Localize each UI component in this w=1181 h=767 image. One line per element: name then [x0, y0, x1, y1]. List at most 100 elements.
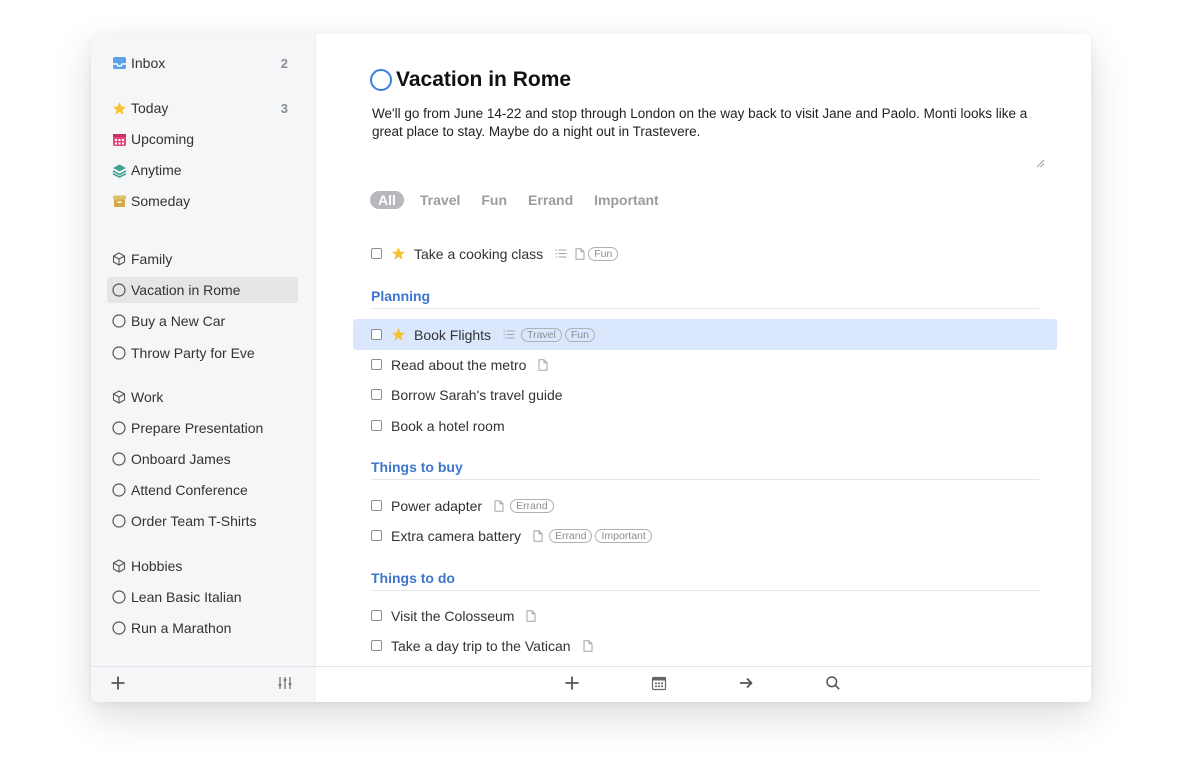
project-circle-icon — [111, 513, 127, 529]
sidebar-item-label: Upcoming — [131, 131, 195, 147]
project-title[interactable]: Vacation in Rome — [396, 68, 571, 92]
sidebar-item-someday[interactable]: Someday — [107, 188, 298, 214]
todo-checkbox[interactable] — [371, 329, 382, 340]
heading-things-to-do[interactable]: Things to do — [371, 570, 1039, 591]
sidebar-item-label: Lean Basic Italian — [131, 589, 242, 605]
tag-pill: Errand — [510, 498, 554, 513]
sidebar-area-work[interactable]: Work — [107, 384, 298, 410]
new-todo-button[interactable] — [562, 675, 582, 695]
project-header: Vacation in Rome — [370, 68, 571, 92]
project-notes[interactable]: We'll go from June 14-22 and stop throug… — [372, 105, 1048, 167]
project-circle-icon — [111, 589, 127, 605]
tag-filter-errand[interactable]: Errand — [528, 192, 573, 208]
todo-meta: Errand — [490, 498, 554, 513]
sidebar-item-label: Vacation in Rome — [131, 282, 241, 298]
heading-things-to-buy[interactable]: Things to buy — [371, 459, 1039, 480]
sliders-icon — [277, 675, 293, 696]
todo-label: Book a hotel room — [391, 417, 505, 434]
todo-item[interactable]: Borrow Sarah's travel guide — [353, 379, 1057, 410]
todo-meta: Fun — [551, 246, 619, 261]
sidebar-item-label: Today — [131, 100, 169, 116]
todo-checkbox[interactable] — [371, 359, 382, 370]
todo-item[interactable]: Power adapter Errand — [353, 490, 1057, 521]
sidebar-item-upcoming[interactable]: Upcoming — [107, 126, 298, 152]
sidebar-area-hobbies[interactable]: Hobbies — [107, 553, 298, 579]
todo-checkbox[interactable] — [371, 389, 382, 400]
project-circle-icon — [111, 313, 127, 329]
star-icon — [391, 246, 406, 261]
todo-item[interactable]: Visit the Colosseum — [353, 600, 1057, 631]
sidebar-item-today[interactable]: Today 3 — [107, 95, 298, 121]
project-progress-circle[interactable] — [370, 69, 392, 91]
sidebar-project-prepare-presentation[interactable]: Prepare Presentation — [107, 415, 298, 441]
todo-label: Borrow Sarah's travel guide — [391, 386, 563, 403]
inbox-count: 2 — [280, 55, 288, 71]
todo-meta: Travel Fun — [499, 327, 595, 342]
todo-checkbox[interactable] — [371, 610, 382, 621]
sidebar: Inbox 2 Today 3 Upcoming Anytime Someday… — [91, 34, 316, 702]
sidebar-item-label: Throw Party for Eve — [131, 345, 255, 361]
cube-icon — [111, 558, 127, 574]
sidebar-project-run-a-marathon[interactable]: Run a Marathon — [107, 615, 298, 641]
sidebar-project-onboard-james[interactable]: Onboard James — [107, 446, 298, 472]
tag-filter-bar: All Travel Fun Errand Important — [370, 191, 680, 209]
search-button[interactable] — [823, 675, 843, 695]
sidebar-project-lean-basic-italian[interactable]: Lean Basic Italian — [107, 584, 298, 610]
tag-filter-fun[interactable]: Fun — [481, 192, 507, 208]
todo-item[interactable]: Book a hotel room — [353, 410, 1057, 441]
tag-filter-travel[interactable]: Travel — [420, 192, 460, 208]
sidebar-project-vacation-in-rome[interactable]: Vacation in Rome — [107, 277, 298, 303]
tag-filter-all[interactable]: All — [370, 191, 404, 209]
when-button[interactable] — [649, 675, 669, 695]
project-circle-icon — [111, 620, 127, 636]
sidebar-area-family[interactable]: Family — [107, 246, 298, 272]
sidebar-project-attend-conference[interactable]: Attend Conference — [107, 477, 298, 503]
sidebar-project-order-team-t-shirts[interactable]: Order Team T-Shirts — [107, 508, 298, 534]
todo-label: Book Flights — [414, 326, 492, 343]
todo-item[interactable]: Extra camera battery Errand Important — [353, 520, 1057, 551]
todo-checkbox[interactable] — [371, 640, 382, 651]
star-icon — [111, 100, 127, 116]
note-icon — [533, 529, 543, 542]
todo-item[interactable]: Take a cooking class Fun — [353, 238, 1057, 269]
plus-icon — [564, 675, 580, 696]
cube-icon — [111, 389, 127, 405]
sidebar-project-throw-party-for-eve[interactable]: Throw Party for Eve — [107, 340, 298, 366]
calendar-icon — [651, 675, 667, 696]
arrow-right-icon — [738, 675, 754, 696]
layers-icon — [111, 162, 127, 178]
resize-grip-icon[interactable] — [1035, 155, 1045, 168]
sidebar-project-buy-a-new-car[interactable]: Buy a New Car — [107, 308, 298, 334]
tag-pill: Important — [595, 528, 652, 543]
todo-checkbox[interactable] — [371, 530, 382, 541]
checklist-icon — [503, 329, 515, 340]
sidebar-item-anytime[interactable]: Anytime — [107, 157, 298, 183]
note-icon — [538, 358, 548, 371]
todo-checkbox[interactable] — [371, 248, 382, 259]
tag-pill: Fun — [588, 246, 619, 261]
todo-label: Take a day trip to the Vatican — [391, 637, 571, 654]
sidebar-item-inbox[interactable]: Inbox 2 — [107, 50, 298, 76]
todo-item[interactable]: Read about the metro — [353, 349, 1057, 380]
todo-checkbox[interactable] — [371, 420, 382, 431]
todo-meta — [534, 358, 548, 371]
note-icon — [583, 639, 593, 652]
todo-label: Take a cooking class — [414, 245, 544, 262]
todo-checkbox[interactable] — [371, 500, 382, 511]
project-circle-icon — [111, 420, 127, 436]
tag-filter-important[interactable]: Important — [594, 192, 659, 208]
new-list-button[interactable] — [108, 675, 128, 695]
main-toolbar — [316, 666, 1091, 702]
move-button[interactable] — [736, 675, 756, 695]
settings-button[interactable] — [275, 675, 295, 695]
note-icon — [575, 247, 585, 260]
note-icon — [526, 609, 536, 622]
todo-label: Read about the metro — [391, 356, 527, 373]
sidebar-item-label: Anytime — [131, 162, 182, 178]
star-icon — [391, 327, 406, 342]
heading-planning[interactable]: Planning — [371, 288, 1039, 309]
today-count: 3 — [280, 100, 288, 116]
todo-item-selected[interactable]: Book Flights Travel Fun — [353, 319, 1057, 350]
todo-item[interactable]: Take a day trip to the Vatican — [353, 630, 1057, 661]
sidebar-item-label: Someday — [131, 193, 191, 209]
